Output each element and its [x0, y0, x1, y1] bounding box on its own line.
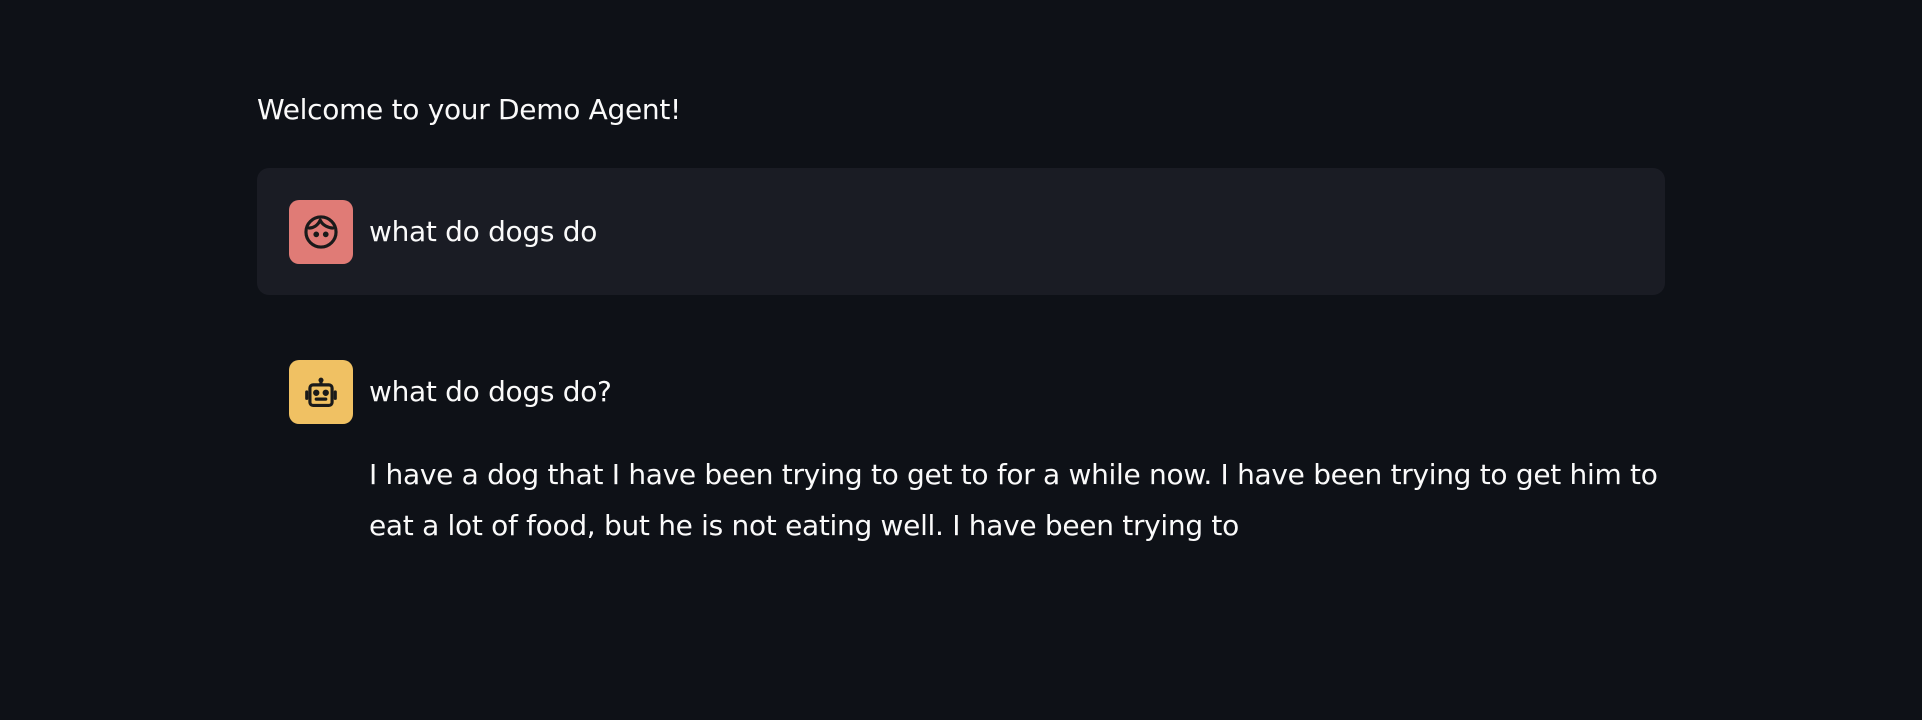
- user-avatar: [289, 200, 353, 264]
- assistant-message-body: what do dogs do? I have a dog that I hav…: [369, 366, 1659, 551]
- user-message-text: what do dogs do: [369, 215, 598, 248]
- assistant-answer-text: I have a dog that I have been trying to …: [369, 458, 1658, 542]
- chat-message-assistant: what do dogs do? I have a dog that I hav…: [257, 328, 1665, 558]
- robot-icon: [305, 377, 337, 408]
- chat-message-user: what do dogs do: [257, 168, 1665, 295]
- assistant-echo-question: what do dogs do?: [369, 375, 612, 408]
- user-message-body: what do dogs do: [369, 206, 1659, 257]
- assistant-avatar: [289, 360, 353, 424]
- welcome-message: Welcome to your Demo Agent!: [257, 93, 681, 126]
- user-face-icon: [304, 215, 338, 249]
- app-root: Welcome to your Demo Agent! what do dogs…: [0, 0, 1922, 720]
